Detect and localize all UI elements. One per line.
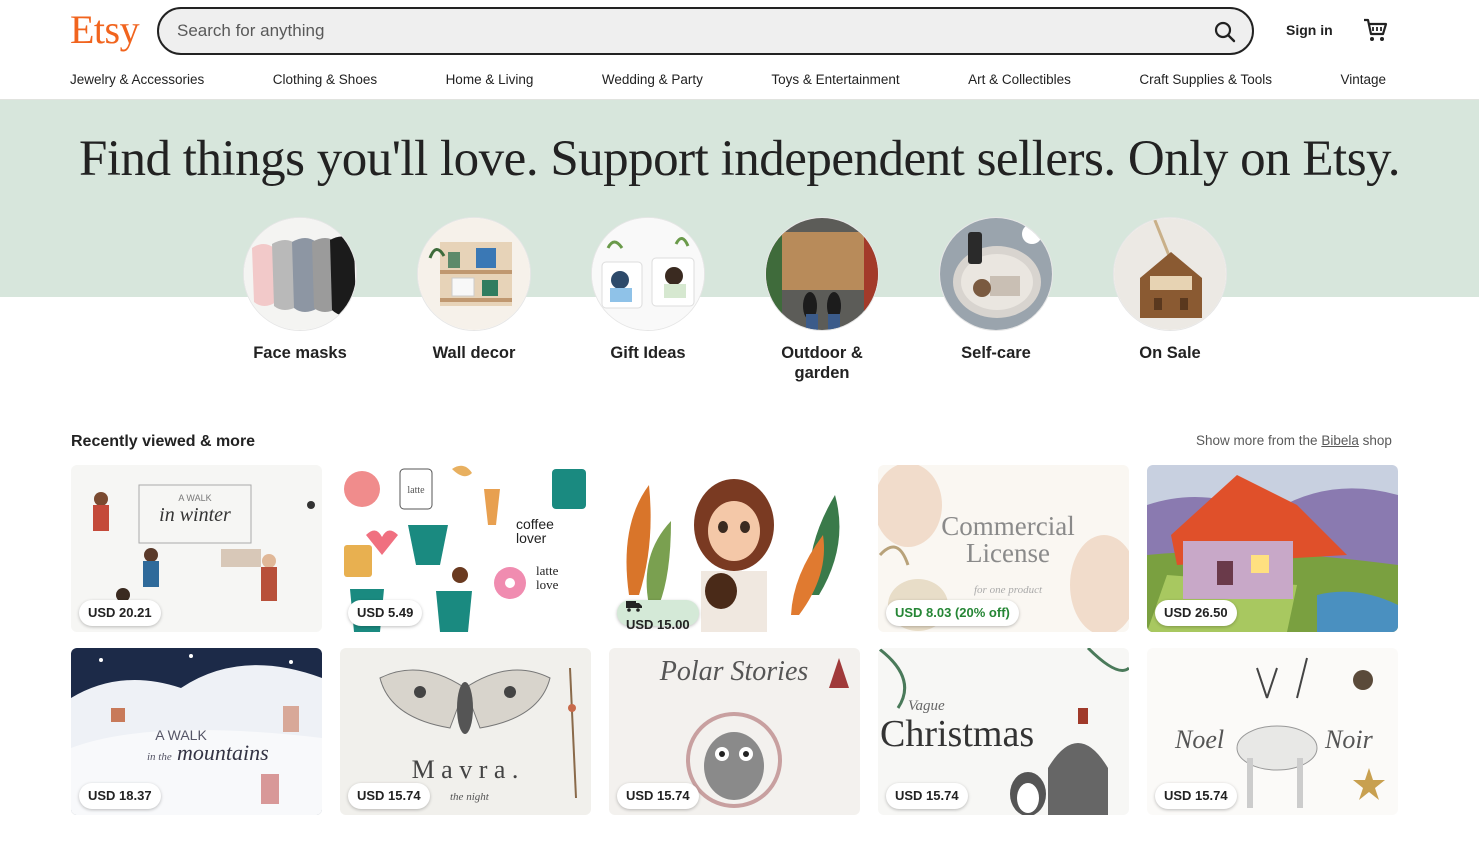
- category-nav: Jewelry & Accessories Clothing & Shoes H…: [70, 72, 1386, 90]
- cart-button[interactable]: [1361, 16, 1389, 44]
- category-vintage[interactable]: Vintage: [1340, 72, 1386, 90]
- price-badge: USD 5.49: [348, 600, 423, 626]
- svg-text:Polar Stories: Polar Stories: [659, 656, 809, 687]
- product-card[interactable]: M a v r a . the night USD 15.74: [340, 648, 591, 815]
- free-shipping-truck-icon: [626, 601, 642, 612]
- product-card[interactable]: A WALK in winter USD 20.21: [71, 465, 322, 632]
- product-card[interactable]: A WALK in the mountains USD 18.37: [71, 648, 322, 815]
- circle-self-care[interactable]: Self-care: [926, 217, 1066, 363]
- price-badge: USD 15.74: [348, 783, 430, 809]
- svg-text:Commercial: Commercial: [941, 511, 1074, 541]
- circle-label: Self-care: [961, 344, 1031, 362]
- search-icon: [1214, 21, 1236, 43]
- outdoor-garden-image: [765, 217, 879, 331]
- svg-text:latte: latte: [536, 563, 559, 578]
- price-badge: USD 15.00: [617, 600, 699, 632]
- cart-icon: [1364, 18, 1388, 41]
- search-bar[interactable]: [157, 7, 1254, 55]
- product-card[interactable]: Vague Christmas USD 15.74: [878, 648, 1129, 815]
- circle-label: Face masks: [253, 344, 347, 362]
- circle-label: Wall decor: [432, 344, 516, 362]
- product-card[interactable]: USD 15.00: [609, 465, 860, 632]
- price-text: USD 15.00: [626, 617, 690, 632]
- svg-text:A WALK: A WALK: [178, 493, 211, 503]
- etsy-logo[interactable]: Etsy: [70, 6, 140, 53]
- show-more-from-shop: Show more from the Bibela shop: [1196, 433, 1392, 448]
- show-more-prefix: Show more from the: [1196, 433, 1318, 448]
- svg-text:M a v r a .: M a v r a .: [412, 755, 519, 784]
- category-clothing-shoes[interactable]: Clothing & Shoes: [273, 72, 377, 90]
- shop-link[interactable]: Bibela: [1321, 433, 1359, 448]
- search-input[interactable]: [177, 19, 1177, 43]
- svg-text:in the: in the: [147, 751, 172, 763]
- svg-text:for one product: for one product: [974, 584, 1043, 596]
- price-badge: USD 26.50: [1155, 600, 1237, 626]
- search-button[interactable]: [1208, 15, 1242, 49]
- svg-text:the night: the night: [450, 791, 490, 803]
- svg-text:Noir: Noir: [1324, 725, 1374, 754]
- circle-wall-decor[interactable]: Wall decor: [404, 217, 544, 363]
- circle-face-masks[interactable]: Face masks: [230, 217, 370, 363]
- svg-text:License: License: [966, 538, 1050, 568]
- product-card[interactable]: Polar Stories USD 15.74: [609, 648, 860, 815]
- self-care-image: [939, 217, 1053, 331]
- product-card[interactable]: Noel Noir USD 15.74: [1147, 648, 1398, 815]
- circle-label: On Sale: [1139, 344, 1201, 362]
- category-jewelry-accessories[interactable]: Jewelry & Accessories: [70, 72, 204, 90]
- category-art-collectibles[interactable]: Art & Collectibles: [968, 72, 1071, 90]
- price-badge: USD 15.74: [886, 783, 968, 809]
- svg-text:lover: lover: [516, 530, 547, 546]
- price-badge: USD 15.74: [1155, 783, 1237, 809]
- gift-ideas-image: [591, 217, 705, 331]
- face-masks-image: [243, 217, 357, 331]
- svg-text:Vague: Vague: [908, 698, 945, 714]
- site-header: Etsy Sign in Jewelry & Accessories Cloth…: [0, 0, 1479, 100]
- svg-text:in winter: in winter: [159, 504, 231, 526]
- circle-label: Outdoor & garden: [781, 344, 863, 382]
- price-badge: USD 20.21: [79, 600, 161, 626]
- category-craft-supplies-tools[interactable]: Craft Supplies & Tools: [1139, 72, 1272, 90]
- wall-decor-image: [417, 217, 531, 331]
- product-card[interactable]: Commercial License for one product USD 8…: [878, 465, 1129, 632]
- svg-text:mountains: mountains: [177, 740, 269, 765]
- svg-text:Christmas: Christmas: [880, 713, 1034, 755]
- category-toys-entertainment[interactable]: Toys & Entertainment: [771, 72, 899, 90]
- product-card[interactable]: latte coffee lover latte love USD 5.49: [340, 465, 591, 632]
- price-badge: USD 8.03 (20% off): [886, 600, 1019, 626]
- category-home-living[interactable]: Home & Living: [446, 72, 534, 90]
- svg-text:love: love: [536, 577, 559, 592]
- show-more-suffix: shop: [1362, 433, 1392, 448]
- hero-title: Find things you'll love. Support indepen…: [79, 131, 1400, 187]
- circle-on-sale[interactable]: On Sale: [1100, 217, 1240, 363]
- product-card[interactable]: USD 26.50: [1147, 465, 1398, 632]
- recently-viewed-title: Recently viewed & more: [71, 433, 256, 450]
- circle-gift-ideas[interactable]: Gift Ideas: [578, 217, 718, 363]
- category-wedding-party[interactable]: Wedding & Party: [602, 72, 703, 90]
- price-badge: USD 15.74: [617, 783, 699, 809]
- circle-outdoor-garden[interactable]: Outdoor & garden: [752, 217, 892, 383]
- sign-in-link[interactable]: Sign in: [1286, 22, 1333, 38]
- on-sale-image: [1113, 217, 1227, 331]
- circle-label: Gift Ideas: [610, 344, 686, 362]
- svg-text:latte: latte: [407, 485, 425, 496]
- svg-text:Noel: Noel: [1174, 725, 1224, 754]
- price-badge: USD 18.37: [79, 783, 161, 809]
